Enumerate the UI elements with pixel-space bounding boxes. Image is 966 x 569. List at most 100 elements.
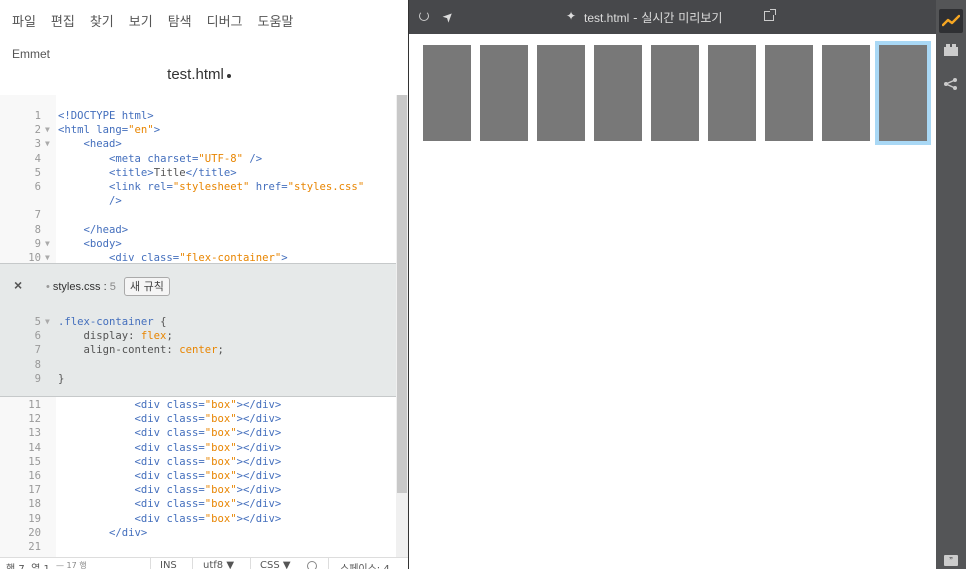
- status-bar: 행 7, 열 1 — 17 행 INS utf8 ▼ CSS ▼ 스페이스: 4: [0, 557, 408, 569]
- document-title: test.html: [0, 66, 398, 83]
- overwrite-mode-toggle[interactable]: INS: [160, 560, 177, 569]
- unsaved-dot-icon: [226, 74, 231, 78]
- line-number: 11: [28, 399, 41, 411]
- line-number: 8: [34, 358, 41, 371]
- code-text: <div class="box"></div>: [134, 498, 282, 511]
- preview-file-name: test.html: [584, 11, 630, 25]
- code-line[interactable]: 9 ▼ <body>: [0, 237, 396, 251]
- code-line[interactable]: 8: [0, 358, 396, 372]
- code-line[interactable]: 3 ▼ <head>: [0, 137, 396, 151]
- flex-box[interactable]: [423, 45, 471, 141]
- flex-box[interactable]: [765, 45, 813, 141]
- popout-icon[interactable]: [764, 9, 776, 21]
- status-divider: [328, 558, 329, 569]
- menu-find[interactable]: 찾기: [84, 11, 120, 30]
- code-line[interactable]: 13 <div class="box"></div>: [0, 426, 396, 440]
- code-line[interactable]: 7 align-content: center;: [0, 343, 396, 357]
- encoding-select[interactable]: utf8 ▼: [203, 560, 234, 569]
- menu-edit[interactable]: 편집: [45, 11, 81, 30]
- document-title-text: test.html: [167, 66, 224, 83]
- reload-icon[interactable]: [419, 11, 429, 21]
- flex-box[interactable]: [480, 45, 528, 141]
- inline-file-separator: :: [100, 281, 110, 293]
- menu-help[interactable]: 도움말: [252, 11, 300, 30]
- code-line[interactable]: 19 <div class="box"></div>: [0, 512, 396, 526]
- menu-debug[interactable]: 디버그: [201, 11, 249, 30]
- code-line[interactable]: />: [0, 194, 396, 208]
- code-line[interactable]: 12 <div class="box"></div>: [0, 412, 396, 426]
- flex-box[interactable]: [537, 45, 585, 141]
- fold-arrow-icon[interactable]: ▼: [45, 315, 50, 329]
- navigate-icon[interactable]: ➤: [439, 7, 458, 26]
- code-text: <div class="box"></div>: [134, 455, 282, 468]
- inline-css-editor: × • styles.css : 5 새 규칙 5 ▼ .flex-container…: [0, 263, 396, 397]
- line-number: 5: [34, 316, 41, 328]
- code-line[interactable]: 7: [0, 208, 396, 222]
- menu-bar: 파일 편집 찾기 보기 탐색 디버그 도움말: [0, 0, 408, 40]
- fold-arrow-icon[interactable]: ▼: [45, 123, 50, 137]
- indent-setting[interactable]: 스페이스: 4: [340, 560, 390, 569]
- code-line[interactable]: 20 </div>: [0, 526, 396, 540]
- fold-arrow-icon[interactable]: ▼: [45, 137, 50, 151]
- code-line[interactable]: 2 ▼ <html lang="en">: [0, 123, 396, 137]
- fold-arrow-icon[interactable]: ▼: [45, 237, 50, 251]
- code-text: <meta charset="UTF-8" />: [109, 152, 263, 165]
- code-line[interactable]: 5 <title>Title</title>: [0, 166, 396, 180]
- code-line[interactable]: 16 <div class="box"></div>: [0, 469, 396, 483]
- code-line[interactable]: 4 <meta charset="UTF-8" />: [0, 152, 396, 166]
- line-number: 17: [28, 484, 41, 497]
- line-number: 9: [34, 372, 41, 385]
- code-line[interactable]: 6 display: flex;: [0, 329, 396, 343]
- inline-code-area[interactable]: 5 ▼ .flex-container {6 display: flex; 7 ali…: [0, 314, 396, 394]
- share-icon[interactable]: [942, 77, 960, 91]
- menu-file[interactable]: 파일: [6, 11, 42, 30]
- feedback-icon[interactable]: ”: [944, 555, 958, 566]
- status-divider: [250, 558, 251, 569]
- live-preview-icon[interactable]: [939, 9, 963, 33]
- code-text: align-content: center;: [58, 344, 224, 357]
- code-line[interactable]: 11 <div class="box"></div>: [0, 398, 396, 412]
- code-line[interactable]: 1 <!DOCTYPE html>: [0, 109, 396, 123]
- code-editor-bottom[interactable]: 11 <div class="box"></div> 12 <div class=…: [0, 397, 396, 557]
- line-number: 6: [34, 181, 41, 193]
- status-divider: [150, 558, 151, 569]
- new-rule-button[interactable]: 새 규칙: [124, 277, 170, 296]
- line-number: 1: [34, 110, 41, 122]
- inline-file-bullet: •: [46, 281, 50, 293]
- line-count: — 17 행: [56, 561, 87, 569]
- code-line[interactable]: 9}: [0, 372, 396, 386]
- line-number: 14: [28, 441, 41, 454]
- code-text: display: flex;: [58, 330, 173, 343]
- code-text: <div class="box"></div>: [134, 484, 282, 497]
- code-line[interactable]: 21: [0, 540, 396, 554]
- code-line[interactable]: 6 <link rel="stylesheet" href="styles.cs…: [0, 180, 396, 194]
- code-text: <body>: [83, 237, 122, 250]
- code-line[interactable]: 14 <div class="box"></div>: [0, 441, 396, 455]
- linter-status-icon[interactable]: [307, 561, 317, 569]
- editor-pane: 파일 편집 찾기 보기 탐색 디버그 도움말 Emmet test.html 1…: [0, 0, 408, 569]
- editor-scrollbar-thumb[interactable]: [397, 95, 407, 493]
- flex-box[interactable]: [651, 45, 699, 141]
- code-line[interactable]: 15 <div class="box"></div>: [0, 455, 396, 469]
- emmet-menu[interactable]: Emmet: [12, 47, 50, 61]
- language-select[interactable]: CSS ▼: [260, 560, 291, 569]
- inline-file-label[interactable]: • styles.css : 5: [46, 281, 116, 293]
- preview-title: test.html - 실시간 미리보기: [584, 9, 722, 26]
- line-number: 3: [34, 138, 41, 151]
- close-inline-editor-icon[interactable]: ×: [14, 277, 22, 293]
- flex-box[interactable]: [594, 45, 642, 141]
- menu-view[interactable]: 보기: [123, 11, 159, 30]
- code-line[interactable]: 8 </head>: [0, 223, 396, 237]
- flex-box[interactable]: [708, 45, 756, 141]
- code-line[interactable]: 17 <div class="box"></div>: [0, 483, 396, 497]
- extension-manager-icon[interactable]: [944, 44, 958, 56]
- menu-navigate[interactable]: 탐색: [162, 11, 198, 30]
- code-text: <!DOCTYPE html>: [58, 110, 154, 122]
- flex-box[interactable]: [875, 41, 931, 145]
- code-editor-top[interactable]: 1 <!DOCTYPE html> 2 ▼ <html lang="en"> 3 ▼ <he…: [0, 95, 396, 264]
- code-line[interactable]: 5 ▼ .flex-container {: [0, 315, 396, 329]
- code-text: <div class="box"></div>: [134, 470, 282, 482]
- pin-icon[interactable]: ✦: [566, 9, 576, 23]
- code-line[interactable]: 18 <div class="box"></div>: [0, 497, 396, 511]
- flex-box[interactable]: [822, 45, 870, 141]
